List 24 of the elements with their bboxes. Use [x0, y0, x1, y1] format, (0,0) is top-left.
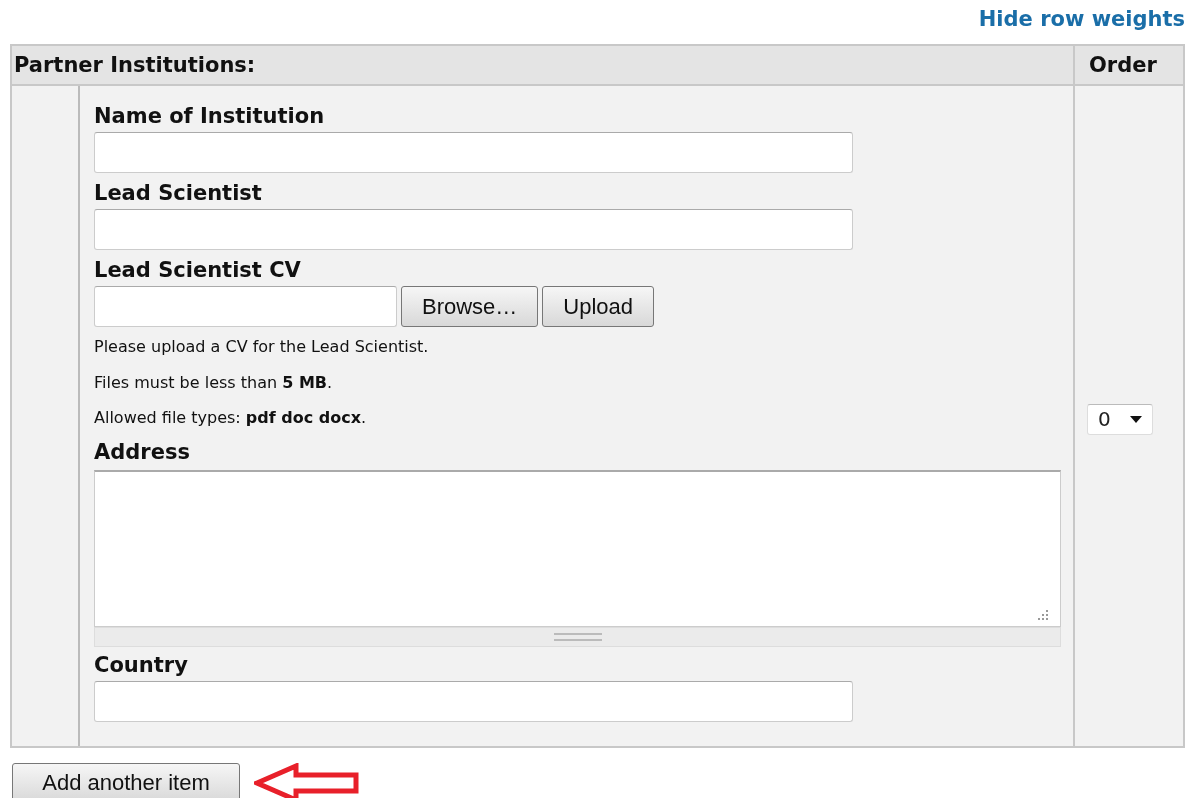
- add-another-item-button[interactable]: Add another item: [12, 763, 240, 798]
- caret-icon: [1130, 415, 1142, 423]
- textarea-field[interactable]: [94, 469, 1061, 627]
- file-button[interactable]: Upload: [542, 286, 655, 327]
- column-header: Partner Institutions:: [13, 52, 257, 79]
- field-label: Address: [94, 438, 190, 466]
- field-label: Country: [94, 651, 188, 679]
- resize-grip-icon[interactable]: [1038, 609, 1048, 620]
- input-field[interactable]: [94, 132, 853, 173]
- input-field[interactable]: [94, 209, 853, 250]
- hide-row-weights-link[interactable]: Hide row weights: [978, 7, 1185, 31]
- file-button[interactable]: Browse…: [401, 286, 539, 327]
- input-field[interactable]: [94, 680, 853, 722]
- help-text: Please upload a CV for the Lead Scientist.: [94, 336, 429, 358]
- textarea-grippie[interactable]: [94, 626, 1061, 647]
- column-header: Order: [1073, 46, 1183, 84]
- file-input-field[interactable]: [94, 286, 397, 327]
- arrow-icon: [254, 763, 360, 798]
- help-text: Allowed file types: pdf doc docx.: [94, 407, 367, 429]
- order-select[interactable]: 0: [1087, 403, 1153, 435]
- field-label: Name of Institution: [94, 103, 325, 130]
- help-text: Files must be less than 5 MB.: [94, 371, 333, 394]
- field-label: Lead Scientist: [94, 180, 262, 207]
- field-label: Lead Scientist CV: [94, 257, 301, 284]
